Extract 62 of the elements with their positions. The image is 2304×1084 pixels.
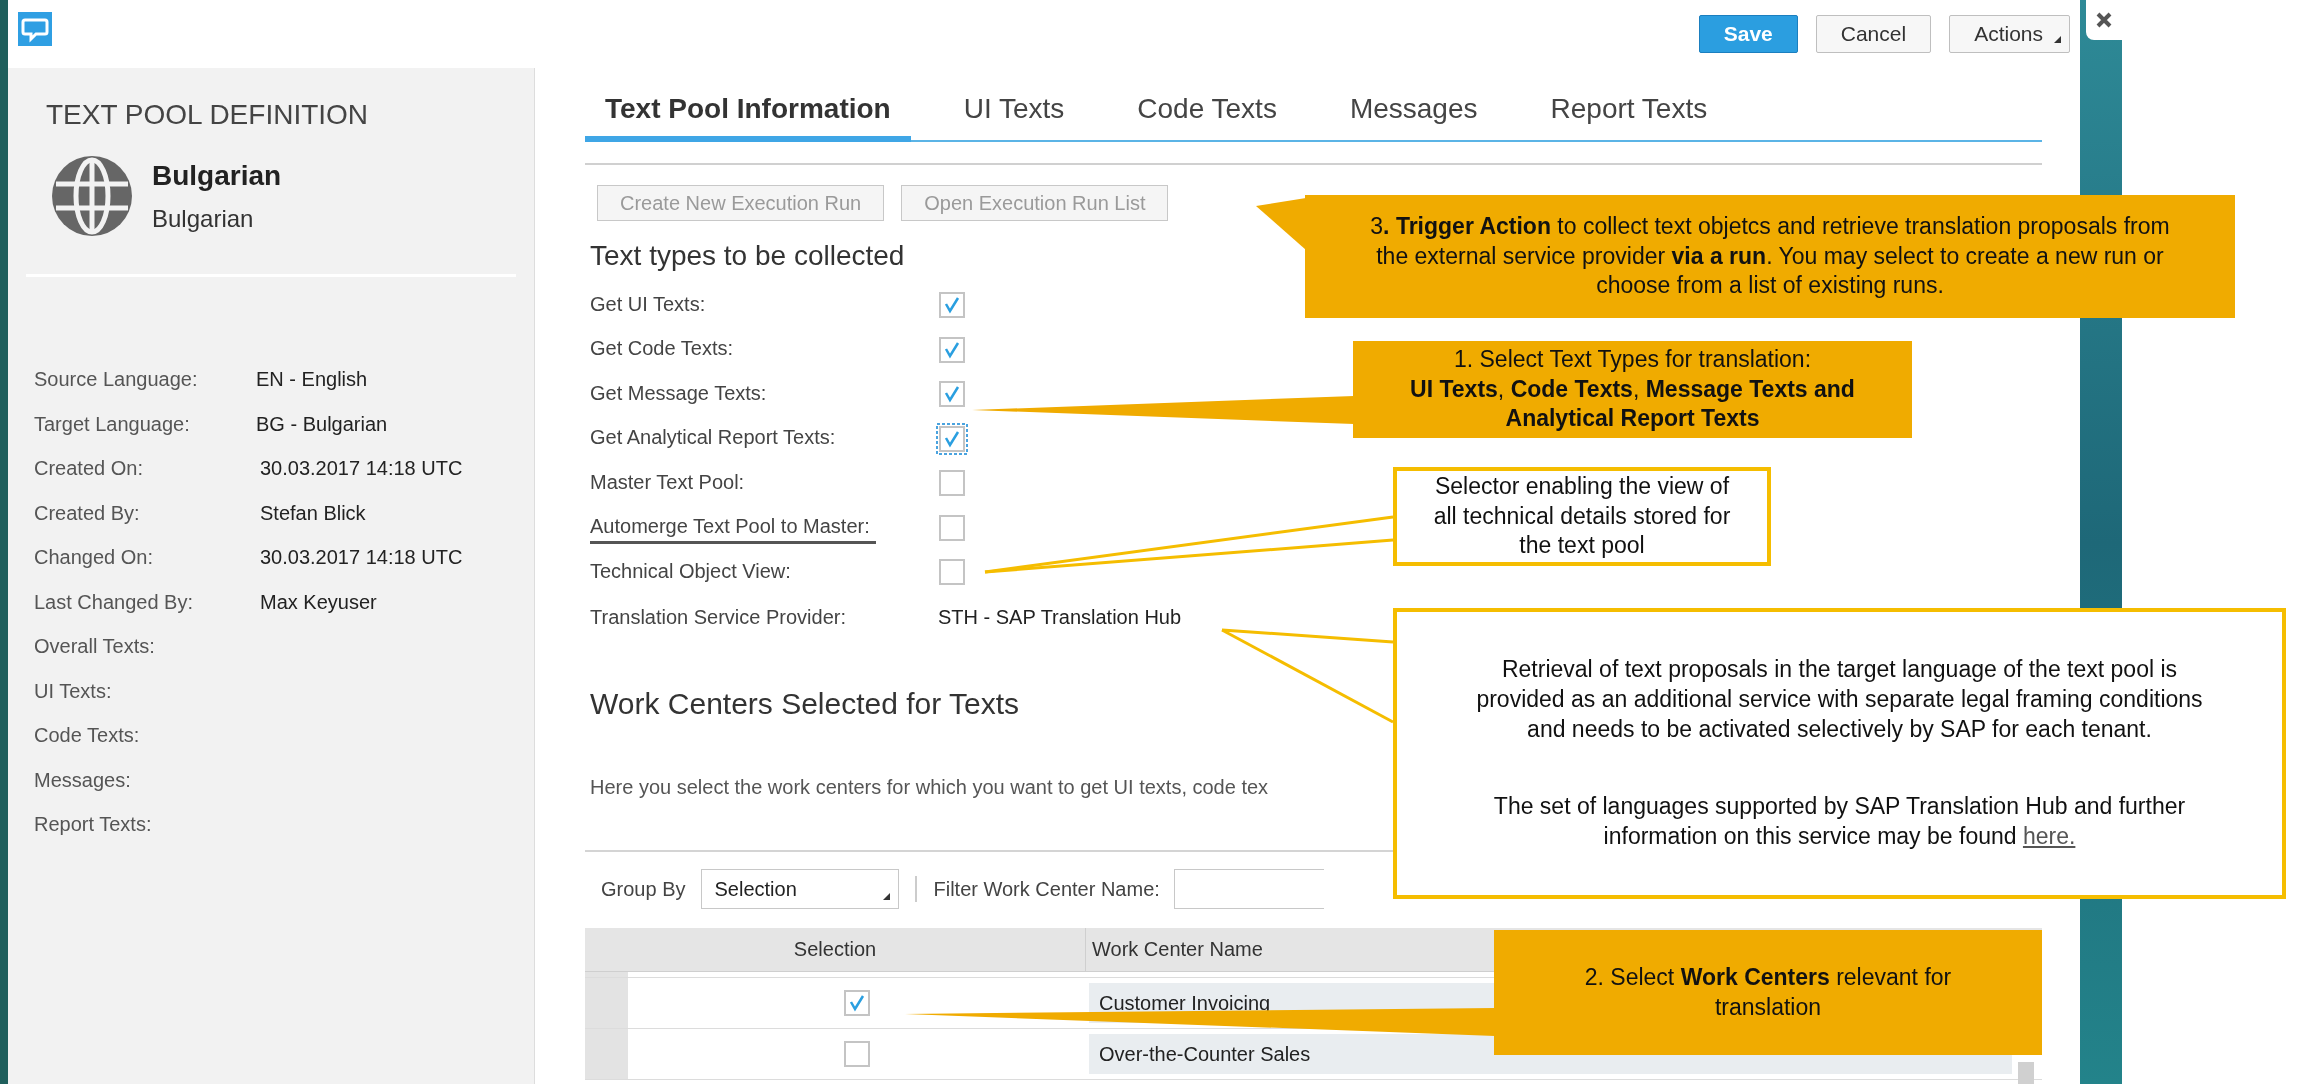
column-header: Selection [792,937,878,962]
link[interactable]: here. [2022,823,2076,850]
field-label: Report Texts: [34,812,153,838]
option-label: Technical Object View: [590,558,791,584]
globe-icon [50,154,134,238]
tab[interactable]: Code Texts [1117,88,1297,142]
description-text: Here you select the work centers for which you want to get UI texts, code tex [590,774,1269,800]
scrollbar-thumb[interactable] [2018,1062,2034,1084]
field-label: Messages: [34,767,132,793]
chat-icon[interactable] [18,12,52,46]
option-label: Get UI Texts: [590,291,706,317]
header-button[interactable]: Actions [1949,15,2070,53]
filter-field[interactable] [1173,868,1324,909]
caret-icon [883,892,891,900]
field-label: Code Texts: [34,723,141,749]
caret-icon [2054,36,2061,43]
section-heading: Text types to be collected [590,239,905,273]
callout-text: The set of languages supported by SAP Translation Hub and further information on this service may be found here. [1492,792,2187,852]
tab[interactable]: Messages [1329,88,1498,142]
field-value: BG - Bulgarian [256,411,388,437]
tab[interactable]: UI Texts [943,88,1085,142]
callout-text: Retrieval of text proposals in the target language of the text pool is provided as an additional service with separate legal framing conditions and needs to be activated selectively by SAP for each tenant. [1475,654,2204,744]
option-label: Get Code Texts: [590,336,734,362]
panel-title: TEXT POOL DEFINITION [45,98,370,132]
field-value: Stefan Blick [259,500,366,526]
field-label: Created On: [34,456,144,482]
field-value: 30.03.2017 14:18 UTC [259,545,463,571]
field-value: EN - English [256,367,368,393]
section-heading: Work Centers Selected for Texts [590,685,1020,722]
field-label: Target Language: [34,411,191,437]
row-selector[interactable] [585,977,628,1028]
close-button[interactable] [2086,0,2122,40]
callout-text: 3. Trigger Action to collect text objetcs and retrieve translation proposals from the external service provider via a run. You may select to create a new run or choose from a list of existing runs. [1369,211,2171,301]
field-label: Created By: [34,500,141,526]
provider-value: STH - SAP Translation Hub [938,604,1182,630]
option-label: Master Text Pool: [590,469,745,495]
option-label: Automerge Text Pool to Master: [590,511,876,545]
field-label: Changed On: [34,545,154,571]
field-label: UI Texts: [34,678,113,704]
group-by-label: Group By [601,876,686,902]
header-button[interactable]: Cancel [1815,15,1932,53]
language-subtitle: Bulgarian [152,204,255,234]
language-name: Bulgarian [152,159,282,193]
field-value: 30.03.2017 14:18 UTC [259,456,463,482]
provider-label: Translation Service Provider: [590,604,848,630]
field-label: Overall Texts: [34,634,156,660]
tab[interactable]: Text Pool Information [585,88,911,142]
row-selector[interactable] [585,1028,628,1079]
option-label: Get Message Texts: [590,380,767,406]
row-selector[interactable] [585,971,628,977]
field-label: Last Changed By: [34,589,194,615]
field-value: Max Keyuser [259,589,377,615]
callout-text: 1. Select Text Types for translation: [1453,344,1812,374]
filter-label: Filter Work Center Name: [933,876,1160,902]
field-label: Source Language: [34,367,199,393]
callout-text: UI Texts, Code Texts, Message Texts and Analytical Report Texts [1409,374,1856,434]
option-label: Get Analytical Report Texts: [590,425,836,451]
close-icon [2095,11,2113,29]
group-by-select[interactable]: Selection [701,868,900,909]
callout-text: Selector enabling the view of all technical details stored for the text pool [1432,471,1732,561]
checked-checkbox[interactable] [936,422,968,455]
tab[interactable]: Report Texts [1530,88,1728,142]
